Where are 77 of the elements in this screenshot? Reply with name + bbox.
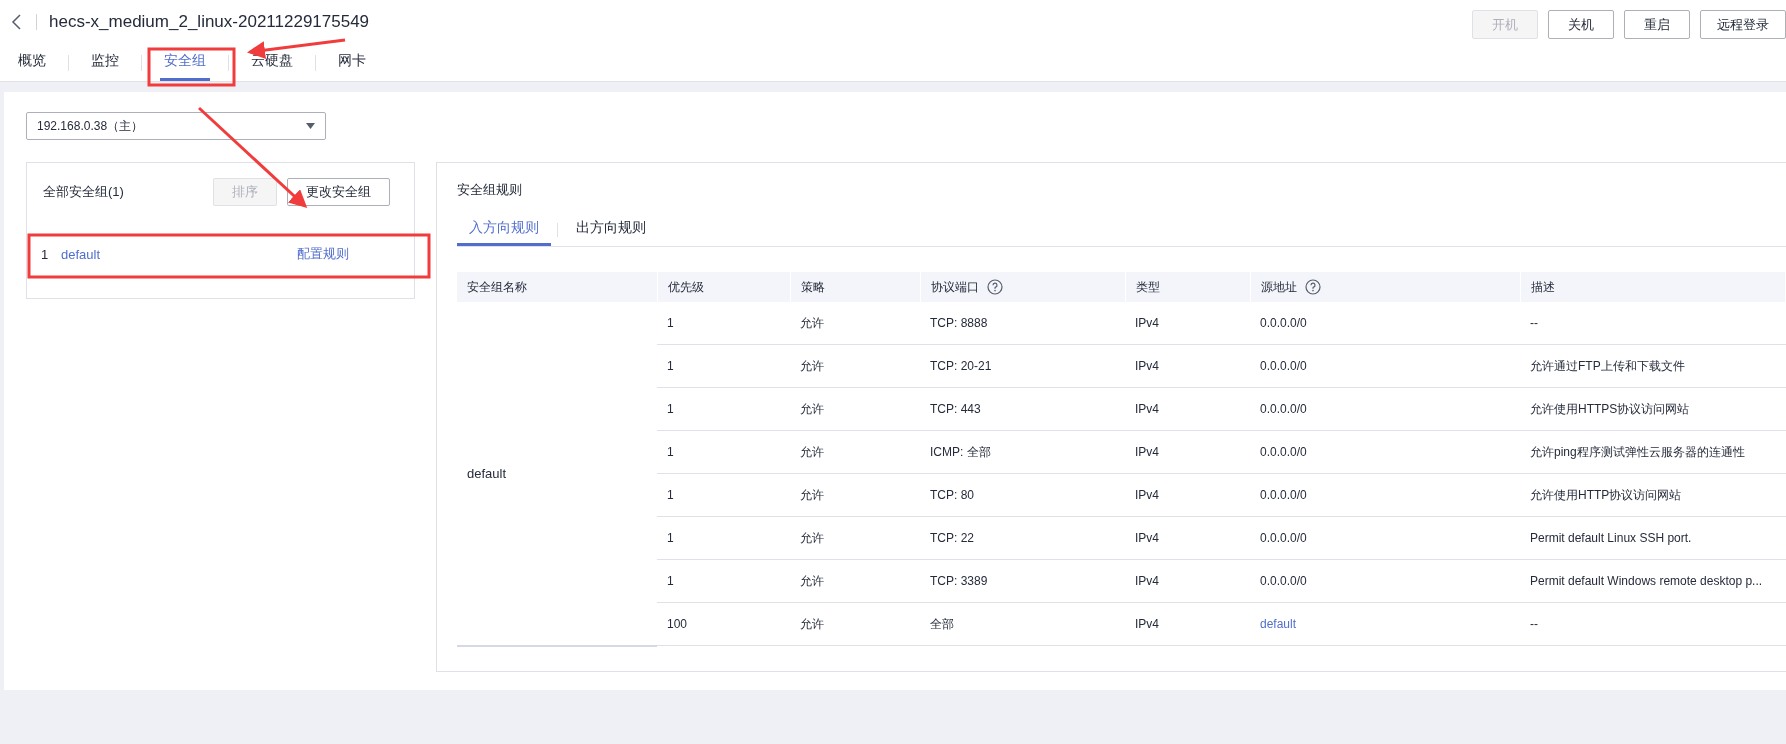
- action-button[interactable]: 远程登录: [1700, 10, 1786, 39]
- table-cell: 允许: [790, 344, 920, 388]
- table-cell: 1: [657, 344, 790, 388]
- rules-title: 安全组规则: [457, 182, 522, 197]
- tab[interactable]: 网卡: [334, 44, 370, 81]
- table-cell: TCP: 20-21: [920, 344, 1125, 388]
- column-header: 安全组名称: [457, 272, 657, 302]
- table-cell: 0.0.0.0/0: [1250, 473, 1520, 517]
- table-cell: 1: [657, 430, 790, 474]
- table-cell: 允许: [790, 430, 920, 474]
- table-cell: 1: [657, 387, 790, 431]
- column-header: 协议端口: [920, 272, 1125, 302]
- table-cell: 0.0.0.0/0: [1250, 516, 1520, 560]
- help-icon[interactable]: [1304, 279, 1321, 295]
- table-cell: --: [1520, 602, 1786, 646]
- direction-tab[interactable]: 入方向规则: [457, 213, 551, 246]
- table-cell: TCP: 443: [920, 387, 1125, 431]
- table-cell: 允许: [790, 473, 920, 517]
- table-cell: IPv4: [1125, 430, 1250, 474]
- table-cell: 0.0.0.0/0: [1250, 430, 1520, 474]
- column-header: 类型: [1125, 272, 1250, 302]
- nic-select[interactable]: 192.168.0.38（主）: [26, 112, 326, 140]
- table-cell: 100: [657, 602, 790, 646]
- caret-icon: [306, 123, 315, 129]
- source-link[interactable]: default: [1260, 617, 1297, 631]
- table-cell: IPv4: [1125, 473, 1250, 517]
- table-cell: --: [1520, 302, 1786, 345]
- table-cell: TCP: 3389: [920, 559, 1125, 603]
- table-cell: 1: [657, 559, 790, 603]
- table-cell: 允许使用HTTP协议访问网站: [1520, 473, 1786, 517]
- table-cell: 允许使用HTTPS协议访问网站: [1520, 387, 1786, 431]
- table-cell: Permit default Windows remote desktop p...: [1520, 559, 1786, 603]
- page-title: hecs-x_medium_2_linux-20211229175549: [49, 12, 371, 32]
- table-cell: 允许: [790, 302, 920, 345]
- group-count-label: 全部安全组(1): [43, 183, 124, 201]
- table-cell: TCP: 8888: [920, 302, 1125, 345]
- table-cell: 0.0.0.0/0: [1250, 344, 1520, 388]
- table-cell: IPv4: [1125, 516, 1250, 560]
- table-cell: 0.0.0.0/0: [1250, 387, 1520, 431]
- table-cell: 允许: [790, 559, 920, 603]
- action-button[interactable]: 重启: [1624, 10, 1690, 39]
- table-cell: IPv4: [1125, 559, 1250, 603]
- tab[interactable]: 监控: [87, 44, 123, 81]
- tab[interactable]: 安全组: [160, 44, 210, 81]
- action-button[interactable]: 关机: [1548, 10, 1614, 39]
- help-icon[interactable]: [986, 279, 1003, 295]
- column-header: 优先级: [657, 272, 790, 302]
- table-cell: IPv4: [1125, 387, 1250, 431]
- column-header: 描述: [1520, 272, 1786, 302]
- direction-tab[interactable]: 出方向规则: [576, 213, 658, 246]
- table-cell: 1: [657, 516, 790, 560]
- group-button[interactable]: 更改安全组: [287, 178, 390, 206]
- table-cell: IPv4: [1125, 602, 1250, 646]
- table-cell: 允许ping程序测试弹性云服务器的连通性: [1520, 430, 1786, 474]
- table-cell: Permit default Linux SSH port.: [1520, 516, 1786, 560]
- table-cell: ICMP: 全部: [920, 430, 1125, 474]
- table-cell: 允许通过FTP上传和下载文件: [1520, 344, 1786, 388]
- table-cell: 0.0.0.0/0: [1250, 302, 1520, 345]
- table-cell: IPv4: [1125, 344, 1250, 388]
- configure-rules-link[interactable]: 配置规则: [297, 245, 349, 263]
- back-icon[interactable]: [10, 13, 24, 31]
- tab[interactable]: 概览: [14, 44, 50, 81]
- table-cell: 1: [657, 302, 790, 345]
- column-header: 源地址: [1250, 272, 1520, 302]
- table-cell: IPv4: [1125, 302, 1250, 345]
- table-cell: TCP: 22: [920, 516, 1125, 560]
- group-index: 1: [41, 246, 50, 262]
- table-cell: 允许: [790, 602, 920, 646]
- table-cell: 1: [657, 473, 790, 517]
- table-cell: 允许: [790, 387, 920, 431]
- column-header: 策略: [790, 272, 920, 302]
- table-cell: TCP: 80: [920, 473, 1125, 517]
- table-cell: 全部: [920, 602, 1125, 646]
- group-name-link[interactable]: default: [61, 246, 297, 262]
- table-cell: 0.0.0.0/0: [1250, 559, 1520, 603]
- table-cell: default: [457, 302, 657, 646]
- table-cell: 允许: [790, 516, 920, 560]
